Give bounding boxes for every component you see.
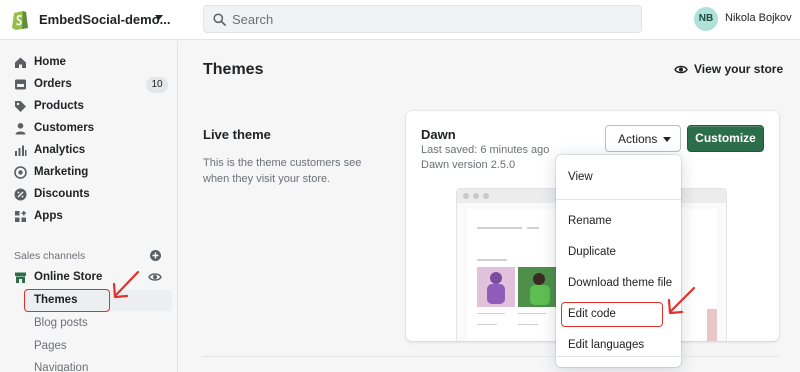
sidebar-subitem-label: Blog posts <box>34 317 88 329</box>
add-channel-icon[interactable] <box>150 250 161 261</box>
orders-icon <box>15 79 26 90</box>
theme-version: Dawn version 2.5.0 <box>421 159 516 171</box>
sidebar-subitem-blog-posts[interactable]: Blog posts <box>24 313 172 334</box>
preview-dot <box>463 193 469 199</box>
sidebar-item-label: Analytics <box>34 144 86 156</box>
sidebar-subitem-label: Pages <box>34 340 67 352</box>
target-icon <box>14 166 27 179</box>
edit-code-highlight-box <box>561 302 663 327</box>
home-icon <box>15 57 26 68</box>
avatar[interactable]: NB <box>694 7 718 31</box>
sidebar-item-marketing[interactable]: Marketing <box>0 162 178 184</box>
menu-item-label: Rename <box>568 215 612 227</box>
orders-count-badge: 10 <box>146 77 168 93</box>
menu-divider <box>556 199 681 200</box>
preview-text-line <box>527 227 539 229</box>
preview-product-image <box>707 309 717 341</box>
menu-item-edit-languages[interactable]: Edit languages <box>556 331 681 359</box>
live-theme-description: This is the theme customers see when the… <box>203 157 362 185</box>
customize-button[interactable]: Customize <box>687 125 764 152</box>
preview-text-line <box>477 227 522 229</box>
tag-icon <box>15 101 26 112</box>
search-icon <box>213 13 226 26</box>
sidebar-item-label: Customers <box>34 122 95 134</box>
person-icon <box>15 123 26 135</box>
sidebar-item-online-store[interactable]: Online Store <box>0 267 178 289</box>
theme-last-saved: Last saved: 6 minutes ago <box>421 144 550 156</box>
preview-dot <box>483 193 489 199</box>
preview-text-line <box>518 324 538 325</box>
chevron-down-icon[interactable] <box>155 15 163 20</box>
annotation-arrow-icon <box>112 270 140 299</box>
theme-name: Dawn <box>421 127 456 142</box>
eye-icon <box>674 65 688 74</box>
store-icon <box>15 272 26 283</box>
section-divider <box>203 356 779 357</box>
menu-item-download-theme-file[interactable]: Download theme file <box>556 269 681 297</box>
sidebar-item-orders[interactable]: Orders 10 <box>0 74 178 96</box>
page-title: Themes <box>203 61 264 78</box>
sidebar-subitem-navigation[interactable]: Navigation <box>24 358 172 372</box>
discount-icon <box>14 188 27 201</box>
top-bar: EmbedSocial-demo... NB Nikola Bojkov <box>0 0 800 40</box>
menu-item-view[interactable]: View <box>556 163 681 191</box>
sidebar-item-label: Online Store <box>34 271 103 283</box>
sidebar-subitem-pages[interactable]: Pages <box>24 336 172 357</box>
sidebar: Home Orders 10 Products Customers Analyt… <box>0 41 178 372</box>
live-theme-title: Live theme <box>203 127 271 142</box>
sidebar-item-discounts[interactable]: Discounts <box>0 184 178 206</box>
themes-highlight-box <box>24 289 110 312</box>
preview-dot <box>473 193 479 199</box>
shopify-logo-icon[interactable] <box>10 8 30 30</box>
view-store-label: View your store <box>694 62 784 76</box>
search-input[interactable] <box>232 6 632 32</box>
sidebar-item-products[interactable]: Products <box>0 96 178 118</box>
sidebar-item-apps[interactable]: Apps <box>0 206 178 228</box>
menu-item-duplicate[interactable]: Duplicate <box>556 238 681 266</box>
actions-button[interactable]: Actions <box>605 125 681 152</box>
sidebar-item-label: Products <box>34 100 84 112</box>
annotation-arrow-icon <box>667 286 696 315</box>
sidebar-item-label: Orders <box>34 78 72 90</box>
preview-text-line <box>477 313 505 314</box>
preview-text-line <box>477 259 507 261</box>
actions-dropdown-menu: View Rename Duplicate Download theme fil… <box>556 155 681 367</box>
menu-item-label: Download theme file <box>568 277 673 289</box>
menu-item-rename[interactable]: Rename <box>556 207 681 235</box>
search-bar[interactable] <box>203 5 642 33</box>
product-figure-icon <box>530 273 550 305</box>
preview-text-line <box>477 324 497 325</box>
sidebar-item-label: Marketing <box>34 166 89 178</box>
product-figure-icon <box>487 272 505 304</box>
user-name[interactable]: Nikola Bojkov <box>725 12 792 24</box>
menu-item-label: View <box>568 171 593 183</box>
actions-label: Actions <box>618 132 658 146</box>
preview-text-line <box>518 313 546 314</box>
preview-product-image <box>477 267 515 307</box>
sidebar-item-home[interactable]: Home <box>0 52 178 74</box>
sidebar-item-label: Apps <box>34 210 63 222</box>
chevron-down-icon <box>663 137 671 142</box>
sidebar-item-label: Home <box>34 56 66 68</box>
preview-product-image <box>518 267 556 307</box>
bar-chart-icon <box>15 145 27 156</box>
sidebar-subitem-label: Navigation <box>34 362 89 372</box>
sales-channels-label: Sales channels <box>14 250 86 262</box>
apps-icon <box>15 211 26 222</box>
eye-icon[interactable] <box>148 271 162 283</box>
sidebar-item-customers[interactable]: Customers <box>0 118 178 140</box>
sidebar-item-label: Discounts <box>34 188 90 200</box>
sidebar-item-analytics[interactable]: Analytics <box>0 140 178 162</box>
menu-item-label: Duplicate <box>568 246 616 258</box>
menu-item-label: Edit languages <box>568 339 645 351</box>
store-name[interactable]: EmbedSocial-demo... <box>39 12 170 27</box>
